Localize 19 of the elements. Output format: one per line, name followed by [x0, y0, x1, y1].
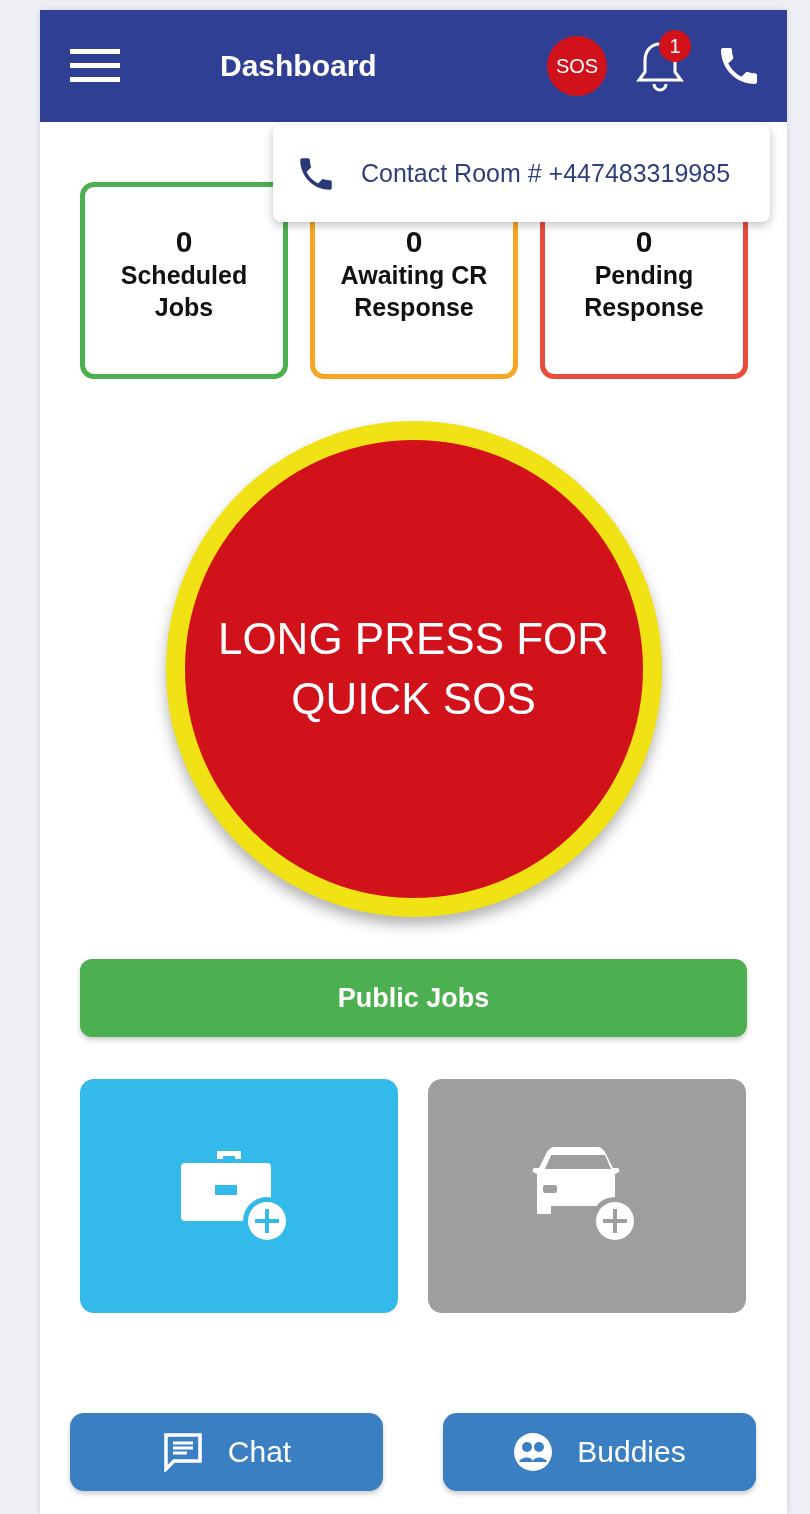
quick-sos-button[interactable]: LONG PRESS FOR QUICK SOS: [165, 421, 662, 917]
buddies-button[interactable]: Buddies: [443, 1413, 756, 1491]
screen-title: Dashboard: [220, 49, 378, 83]
chat-icon: [161, 1432, 204, 1472]
stat-count: 0: [635, 225, 653, 259]
add-vehicle-tile[interactable]: [428, 1079, 746, 1313]
stat-label: Awaiting CR Response: [339, 260, 489, 323]
chat-button[interactable]: Chat: [70, 1413, 383, 1491]
stat-label: Pending Response: [583, 260, 705, 323]
stat-count: 0: [175, 225, 193, 259]
menu-icon[interactable]: [70, 49, 120, 83]
public-jobs-button[interactable]: Public Jobs: [80, 959, 747, 1037]
people-icon: [513, 1432, 554, 1472]
stat-label: Scheduled Jobs: [119, 260, 249, 323]
add-job-tile[interactable]: [80, 1079, 398, 1313]
stat-card[interactable]: 0 Scheduled Jobs: [80, 182, 288, 379]
sos-badge[interactable]: SOS: [547, 36, 607, 96]
notification-count: 1: [659, 30, 691, 62]
stat-count: 0: [405, 225, 423, 259]
